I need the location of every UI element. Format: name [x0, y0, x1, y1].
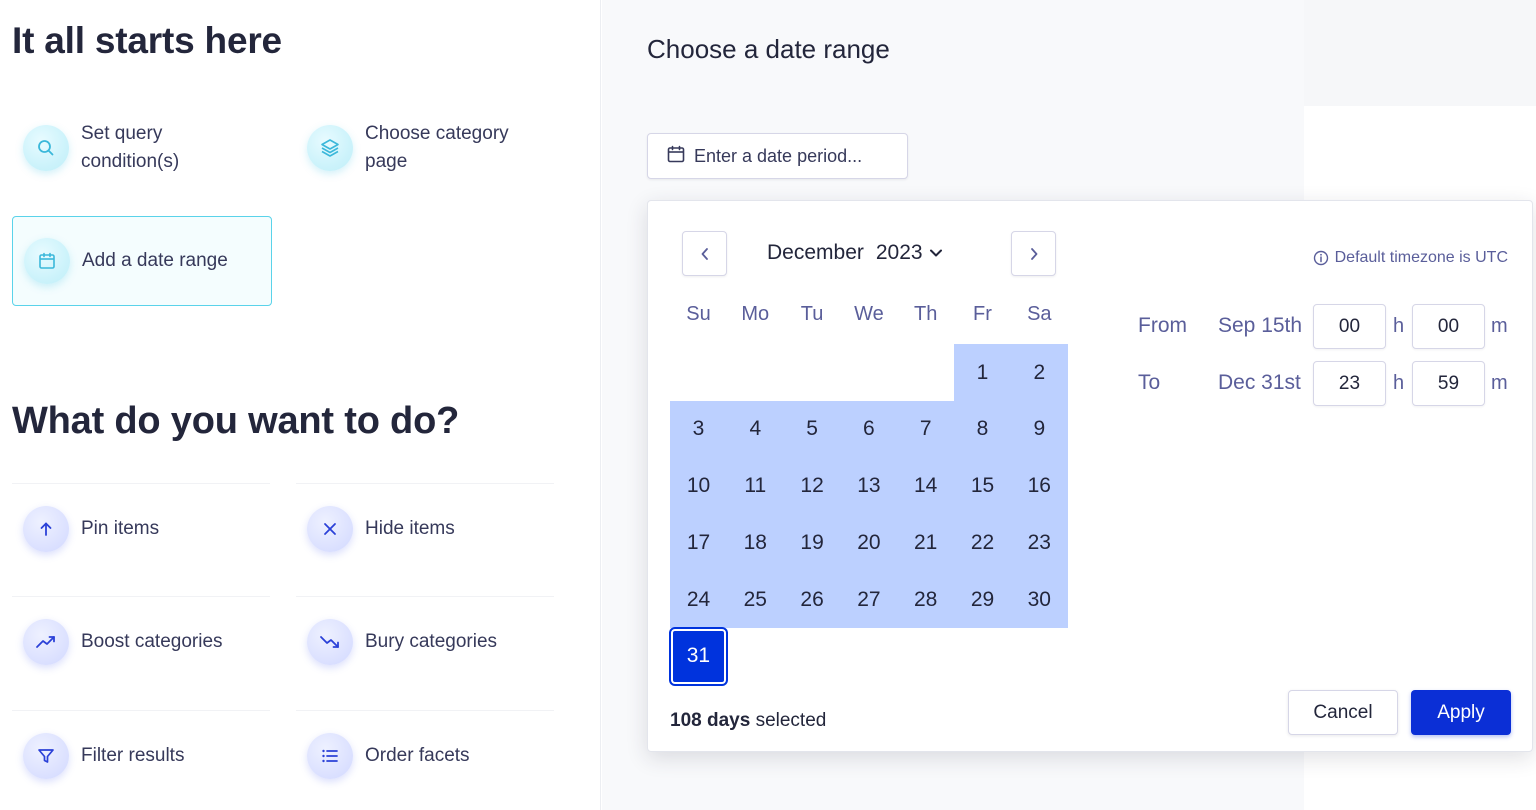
calendar-day[interactable]: 12: [784, 458, 841, 515]
weekday-label: Th: [914, 303, 938, 325]
card-label: Pin items: [81, 517, 160, 539]
minute-unit: m: [1491, 315, 1508, 337]
year-label: 2023: [875, 241, 923, 264]
card-label: Boost categories: [81, 630, 223, 652]
calendar-day[interactable]: 4: [727, 401, 784, 458]
calendar-day[interactable]: 11: [727, 458, 784, 515]
calendar-icon: [24, 238, 70, 284]
calendar-day[interactable]: 19: [784, 514, 841, 571]
calendar-day[interactable]: 16: [1011, 458, 1068, 515]
card-label: Choose category page: [365, 123, 509, 172]
calendar-day[interactable]: 25: [727, 571, 784, 628]
order-facets-card[interactable]: Order facets: [296, 710, 554, 800]
from-label: From: [1138, 314, 1187, 337]
calendar-day-selected[interactable]: 31: [671, 629, 726, 684]
calendar-day[interactable]: 18: [727, 514, 784, 571]
calendar-day[interactable]: 30: [1011, 571, 1068, 628]
calendar-day[interactable]: 22: [954, 514, 1011, 571]
date-period-input[interactable]: Enter a date period...: [647, 133, 908, 179]
weekday-label: We: [854, 303, 884, 325]
to-date: Dec 31st: [1218, 371, 1301, 394]
boost-categories-card[interactable]: Boost categories: [12, 596, 270, 686]
calendar-day[interactable]: 6: [840, 401, 897, 458]
trend-down-icon: [307, 618, 353, 665]
arrow-up-icon: [23, 505, 69, 552]
weekday-label: Tu: [800, 303, 824, 325]
from-hour-input[interactable]: 00: [1313, 304, 1386, 349]
choose-category-page-card[interactable]: Choose category page: [296, 106, 554, 190]
calendar-day[interactable]: 28: [897, 571, 954, 628]
calendar-day[interactable]: 1: [954, 344, 1011, 401]
from-date: Sep 15th: [1218, 314, 1303, 337]
calendar-day[interactable]: 3: [670, 401, 727, 458]
filter-icon: [23, 732, 69, 779]
calendar-day[interactable]: 15: [954, 458, 1011, 515]
weekday-label: Sa: [1027, 303, 1052, 325]
card-label: Hide items: [365, 517, 455, 539]
calendar-day[interactable]: 10: [670, 458, 727, 515]
calendar-day[interactable]: 20: [840, 514, 897, 571]
calendar-day[interactable]: 5: [784, 401, 841, 458]
layers-icon: [307, 125, 353, 171]
days-selected-summary: 108 days selected: [670, 710, 827, 731]
add-date-range-card[interactable]: Add a date range: [12, 216, 272, 306]
from-minute-input[interactable]: 00: [1412, 304, 1485, 349]
hour-unit: h: [1393, 315, 1405, 337]
to-hour-input[interactable]: 23: [1313, 361, 1386, 406]
background-panel: [1304, 0, 1536, 106]
info-icon: [1313, 250, 1328, 266]
set-query-conditions-card[interactable]: Set query condition(s): [12, 106, 270, 190]
calendar-day[interactable]: 21: [897, 514, 954, 571]
month-year-selector[interactable]: December 2023: [767, 241, 944, 265]
date-range-title: Choose a date range: [647, 34, 890, 64]
list-icon: [307, 732, 353, 779]
chevron-left-icon: [701, 247, 708, 260]
calendar-day[interactable]: 23: [1011, 514, 1068, 571]
apply-button[interactable]: Apply: [1411, 690, 1511, 735]
chevron-right-icon: [1030, 247, 1037, 260]
bury-categories-card[interactable]: Bury categories: [296, 596, 554, 686]
card-label: Add a date range: [82, 250, 228, 271]
search-icon: [23, 125, 69, 171]
left-panel: It all starts here Set query condition(s…: [0, 0, 601, 810]
calendar-day[interactable]: 14: [897, 458, 954, 515]
chevron-down-icon: [929, 249, 942, 257]
hide-items-card[interactable]: Hide items: [296, 483, 554, 573]
date-period-placeholder: Enter a date period...: [694, 145, 863, 166]
card-label: Set query condition(s): [81, 123, 180, 172]
filter-results-card[interactable]: Filter results: [12, 710, 270, 800]
trend-up-icon: [23, 618, 69, 665]
to-minute-input[interactable]: 59: [1412, 361, 1485, 406]
timezone-note: Default timezone is UTC: [1313, 249, 1508, 267]
cancel-button[interactable]: Cancel: [1288, 690, 1398, 735]
calendar-day[interactable]: 7: [897, 401, 954, 458]
calendar-day[interactable]: 9: [1011, 401, 1068, 458]
calendar-day[interactable]: 27: [840, 571, 897, 628]
calendar-day[interactable]: 13: [840, 458, 897, 515]
month-label: December: [767, 241, 864, 264]
card-label: Order facets: [365, 744, 470, 766]
calendar-day[interactable]: 17: [670, 514, 727, 571]
card-label: Bury categories: [365, 630, 498, 652]
close-icon: [307, 505, 353, 552]
weekday-label: Su: [686, 303, 711, 325]
pin-items-card[interactable]: Pin items: [12, 483, 270, 573]
calendar-day[interactable]: 8: [954, 401, 1011, 458]
next-month-button[interactable]: [1011, 231, 1056, 276]
weekday-label: Fr: [973, 303, 992, 325]
hour-unit: h: [1393, 372, 1405, 394]
previous-month-button[interactable]: [682, 231, 727, 276]
calendar-day[interactable]: 2: [1011, 344, 1068, 401]
actions-heading: What do you want to do?: [12, 400, 460, 442]
weekday-label: Mo: [741, 303, 770, 325]
start-heading: It all starts here: [12, 20, 282, 61]
date-picker-popover: December 2023 Default timezone is UTC Su…: [647, 200, 1533, 752]
minute-unit: m: [1491, 372, 1508, 394]
calendar-day[interactable]: 29: [954, 571, 1011, 628]
calendar-day[interactable]: 26: [784, 571, 841, 628]
calendar-icon: [666, 144, 686, 169]
to-label: To: [1138, 371, 1161, 394]
card-label: Filter results: [81, 744, 185, 766]
calendar-day[interactable]: 24: [670, 571, 727, 628]
